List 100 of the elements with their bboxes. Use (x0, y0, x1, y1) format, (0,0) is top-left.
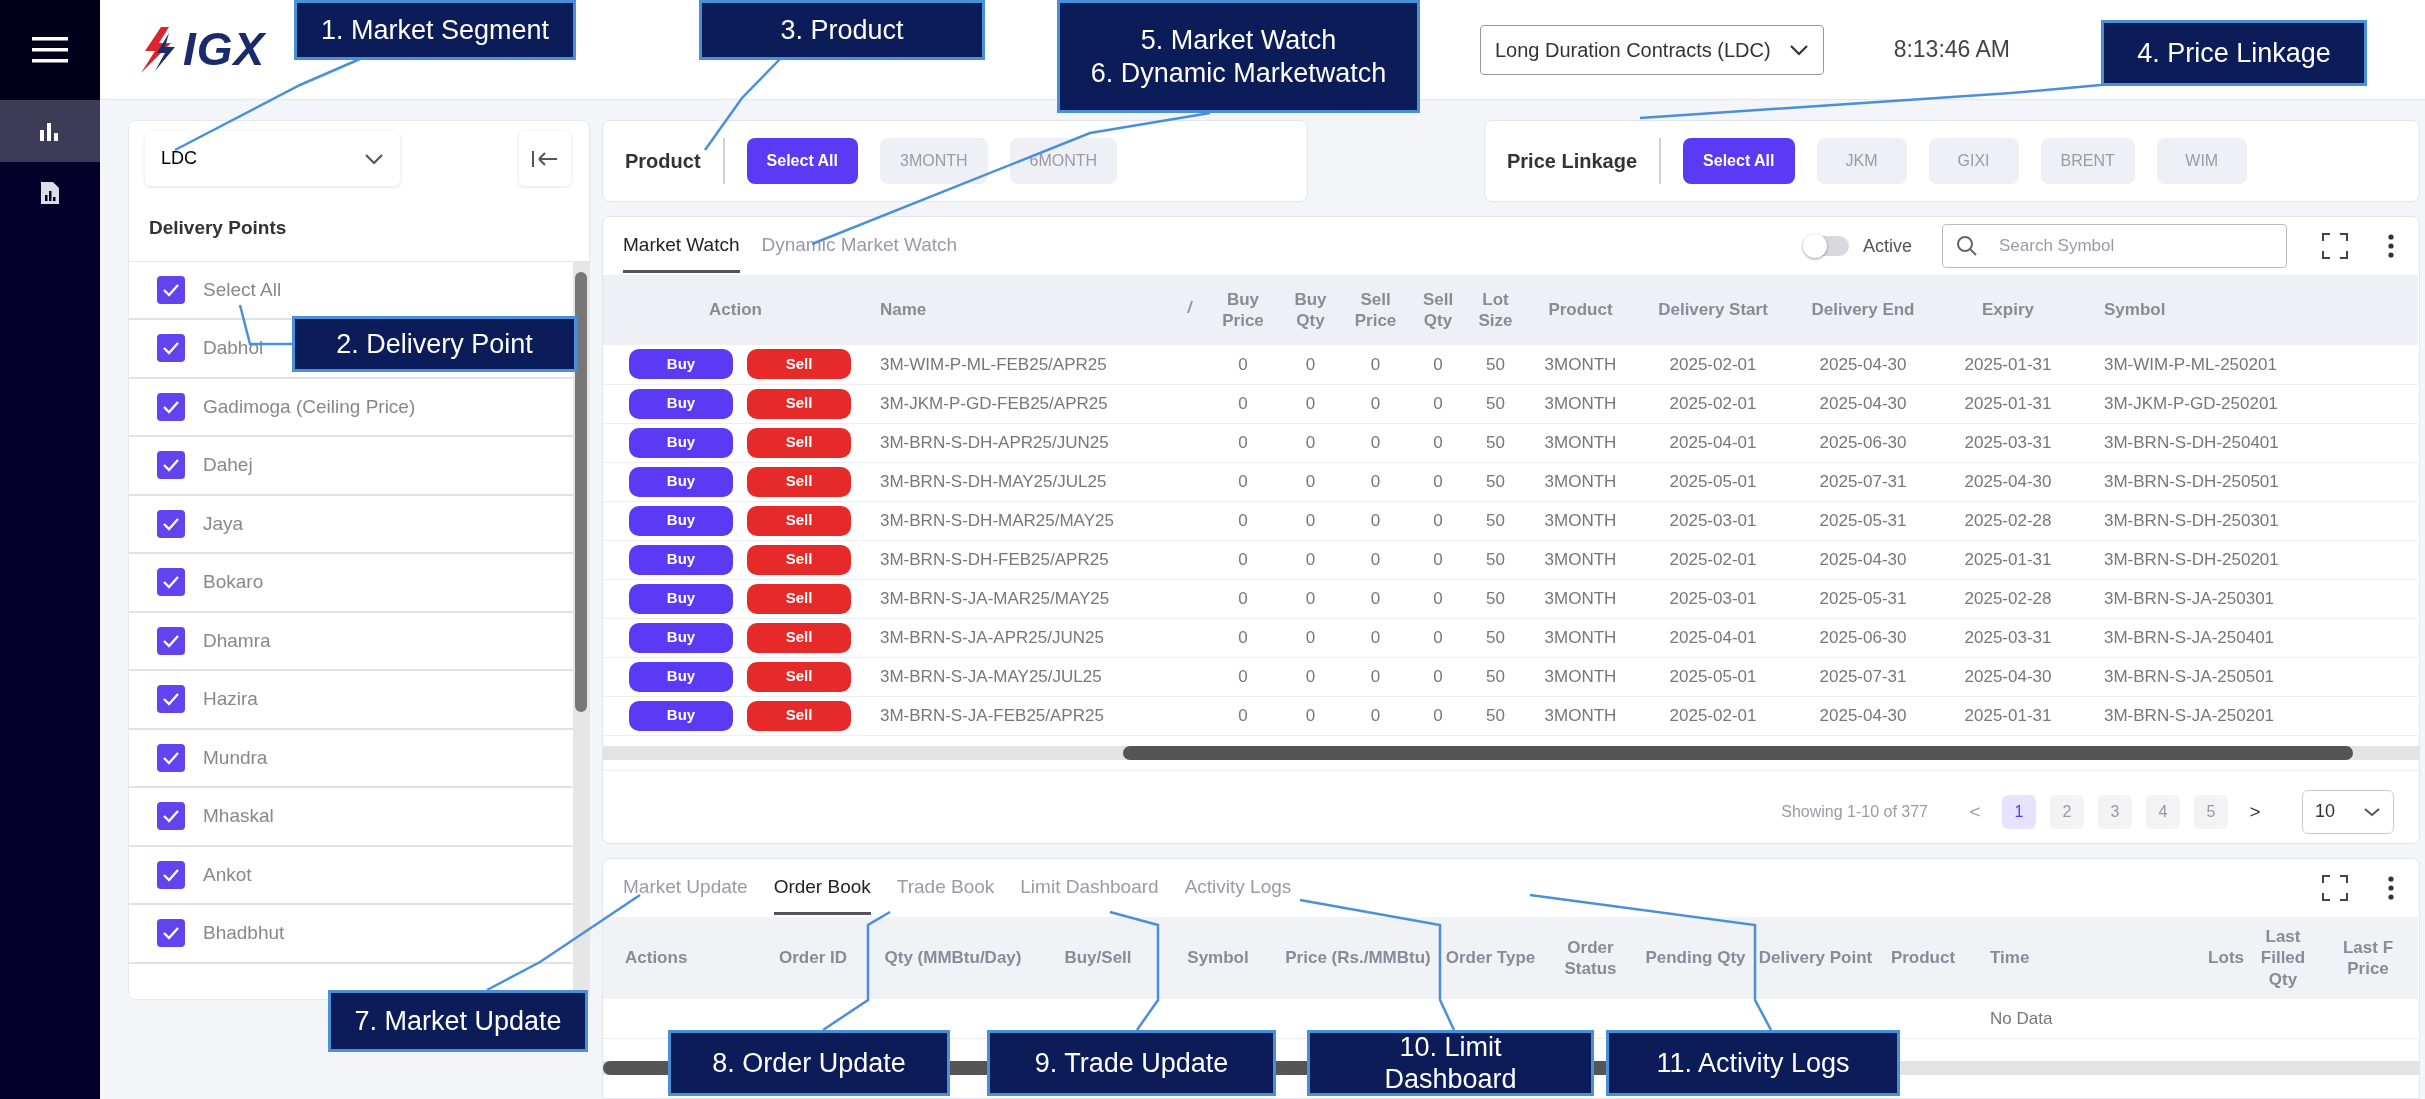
checkbox[interactable] (157, 568, 185, 597)
buy-button[interactable]: Buy (629, 349, 733, 380)
checkbox[interactable] (157, 802, 185, 831)
pagination-summary: Showing 1-10 of 377 (1781, 801, 1928, 822)
sell-button[interactable]: Sell (747, 544, 851, 575)
search-field[interactable]: Search Symbol (1942, 224, 2287, 268)
checkbox[interactable] (157, 919, 185, 948)
filter-chip[interactable]: Select All (1683, 138, 1795, 184)
previous-page-button[interactable]: < (1962, 796, 1988, 827)
checkbox-label: Mundra (203, 745, 268, 770)
buy-button[interactable]: Buy (629, 388, 733, 419)
callout-label: 2. Delivery Point (292, 316, 577, 372)
buy-button[interactable]: Buy (629, 700, 733, 731)
collapse-button[interactable] (519, 131, 571, 186)
next-page-button[interactable]: > (2242, 796, 2268, 827)
filter-chip[interactable]: Select All (746, 138, 858, 184)
tab[interactable]: Trade Book (896, 861, 995, 915)
table-cell: 3MONTH (1523, 540, 1638, 579)
table-cell: 2025-01-31 (1938, 696, 2078, 735)
clock-time: 8:13:46 AM (1893, 35, 2010, 65)
filter-chip[interactable]: 3MONTH (880, 138, 988, 184)
column-header: Order ID (779, 948, 847, 968)
page-button[interactable]: 4 (2146, 794, 2180, 829)
table-cell: 2025-01-31 (1938, 540, 2078, 579)
checkbox[interactable] (157, 334, 185, 363)
chevron-down-icon (2363, 806, 2381, 817)
table-cell: 2025-02-01 (1638, 345, 1788, 384)
checkbox[interactable] (157, 860, 185, 889)
checkbox[interactable] (157, 626, 185, 655)
tab[interactable]: Dynamic Market Watch (761, 219, 958, 273)
tab[interactable]: Limit Dashboard (1020, 861, 1159, 915)
filter-chip[interactable]: WIM (2156, 138, 2247, 184)
sell-button[interactable]: Sell (747, 505, 851, 536)
scrollbar-thumb[interactable] (1123, 745, 2353, 760)
tab[interactable]: Order Book (773, 861, 871, 915)
table-cell: 3MONTH (1523, 423, 1638, 462)
column-header: Action (709, 300, 762, 320)
page-size-select[interactable]: 10 (2302, 789, 2394, 834)
table-cell: 0 (1278, 657, 1343, 696)
table-cell: 0 (1408, 618, 1468, 657)
filter-chip[interactable]: BRENT (2040, 138, 2135, 184)
table-cell: 3MONTH (1523, 345, 1638, 384)
table-cell: 0 (1343, 696, 1408, 735)
sell-button[interactable]: Sell (747, 388, 851, 419)
tab[interactable]: Market Watch (623, 219, 740, 273)
fullscreen-icon (2321, 232, 2349, 260)
tab[interactable]: Activity Logs (1184, 861, 1292, 915)
table-cell: 0 (1278, 423, 1343, 462)
table-cell: 0 (1208, 384, 1278, 423)
table-cell: 3M-BRN-S-DH-250201 (2078, 540, 2418, 579)
page-button[interactable]: 2 (2050, 794, 2084, 829)
scrollbar-thumb[interactable] (575, 271, 587, 712)
checkbox[interactable] (157, 509, 185, 538)
tab[interactable]: Market Update (623, 861, 748, 915)
buy-button[interactable]: Buy (629, 466, 733, 497)
callout-label: 9. Trade Update (987, 1030, 1276, 1096)
table-cell: 3MONTH (1523, 501, 1638, 540)
page-button[interactable]: 3 (2098, 794, 2132, 829)
table-cell: 0 (1278, 384, 1343, 423)
sell-button[interactable]: Sell (747, 700, 851, 731)
sell-button[interactable]: Sell (747, 661, 851, 692)
resize-handle-icon[interactable] (1186, 299, 1194, 316)
buy-button[interactable]: Buy (629, 583, 733, 614)
segment-select[interactable]: Long Duration Contracts (LDC) (1479, 24, 1824, 75)
sell-button[interactable]: Sell (747, 583, 851, 614)
filter-chip[interactable]: GIXI (1928, 138, 2019, 184)
table-cell: 2025-01-31 (1938, 345, 2078, 384)
filter-chip[interactable]: JKM (1816, 138, 1907, 184)
sidebar-item[interactable] (0, 100, 100, 162)
sell-button[interactable]: Sell (747, 622, 851, 653)
checkbox[interactable] (157, 451, 185, 480)
page-button[interactable]: 5 (2194, 794, 2228, 829)
checkbox-label: Ankot (203, 862, 252, 887)
column-header: Delivery End (1811, 300, 1915, 320)
checkbox[interactable] (157, 392, 185, 421)
report-icon (40, 181, 60, 205)
page-button[interactable]: 1 (2002, 794, 2036, 829)
menu-icon[interactable] (32, 36, 68, 64)
buy-button[interactable]: Buy (629, 427, 733, 458)
table-cell: 50 (1468, 618, 1523, 657)
buy-button[interactable]: Buy (629, 622, 733, 653)
checkbox[interactable] (157, 685, 185, 714)
buy-button[interactable]: Buy (629, 661, 733, 692)
table-cell: 3M-WIM-P-ML-250201 (2078, 345, 2418, 384)
table-cell: 0 (1278, 501, 1343, 540)
sell-button[interactable]: Sell (747, 349, 851, 380)
segment-dropdown[interactable]: LDC (145, 131, 400, 186)
sell-button[interactable]: Sell (747, 466, 851, 497)
checkbox[interactable] (157, 275, 185, 304)
table-cell: 2025-03-01 (1638, 579, 1788, 618)
table-cell: 2025-03-31 (1938, 618, 2078, 657)
checkbox[interactable] (157, 743, 185, 772)
filter-chip[interactable]: 6MONTH (1009, 138, 1118, 184)
table-cell: 2025-02-01 (1638, 384, 1788, 423)
table-cell: 0 (1408, 462, 1468, 501)
buy-button[interactable]: Buy (629, 544, 733, 575)
sell-button[interactable]: Sell (747, 427, 851, 458)
active-toggle[interactable] (1804, 236, 1849, 256)
buy-button[interactable]: Buy (629, 505, 733, 536)
callout-label: 1. Market Segment (294, 0, 576, 60)
